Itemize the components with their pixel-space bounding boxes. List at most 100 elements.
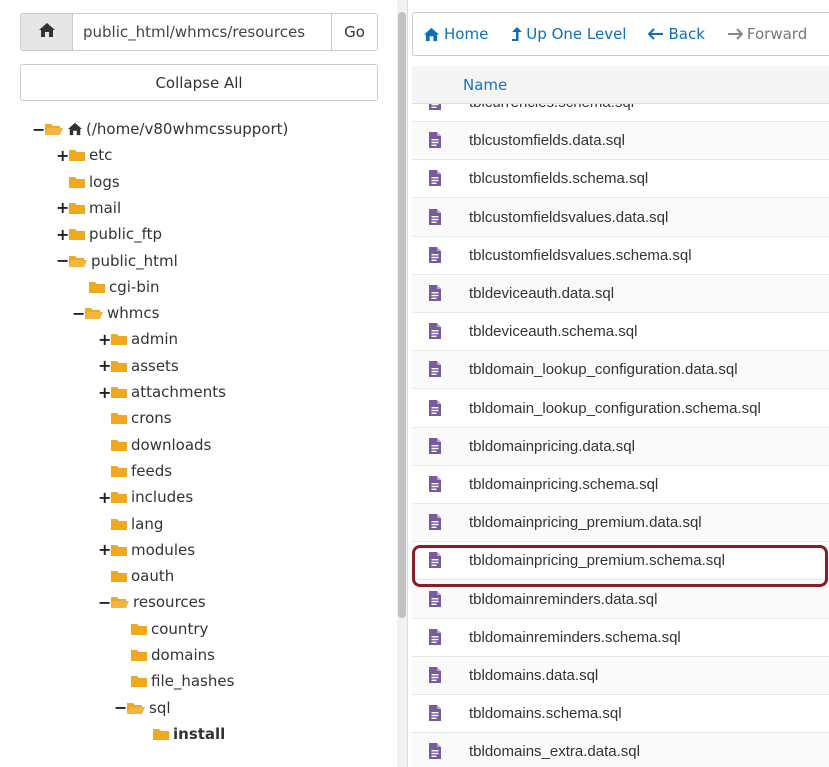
- tree-item-lang[interactable]: lang: [110, 511, 163, 537]
- tree-item-file-hashes[interactable]: file_hashes: [130, 668, 234, 694]
- tree-item-downloads[interactable]: downloads: [110, 432, 211, 458]
- tree-item-etc[interactable]: + etc: [56, 142, 112, 168]
- tree-item-sql[interactable]: − sql: [114, 695, 171, 721]
- tree-item-admin[interactable]: + admin: [98, 326, 178, 352]
- file-name: tbldomainpricing.schema.sql: [469, 476, 659, 493]
- home-link-label: Home: [444, 25, 489, 43]
- expand-toggle[interactable]: +: [56, 225, 69, 244]
- tree-item-home-v80whmcssupport[interactable]: − (/home/v80whmcssupport): [32, 116, 288, 142]
- sql-file-icon: [428, 360, 442, 382]
- up-one-level-link[interactable]: Up One Level: [510, 25, 626, 43]
- table-row[interactable]: tbldomains_extra.data.sql: [412, 733, 829, 767]
- tree-item-label: modules: [131, 540, 196, 559]
- table-row[interactable]: tblcustomfieldsvalues.schema.sql: [412, 236, 829, 275]
- tree-item-install[interactable]: install: [152, 721, 225, 747]
- table-row[interactable]: tbldomain_lookup_configuration.schema.sq…: [412, 389, 829, 428]
- tree-item-mail[interactable]: + mail: [56, 195, 121, 221]
- tree-item-resources[interactable]: − resources: [98, 589, 206, 615]
- collapse-toggle[interactable]: −: [32, 120, 45, 139]
- tree-item-crons[interactable]: crons: [110, 405, 172, 431]
- table-row[interactable]: tbldomainpricing.schema.sql: [412, 466, 829, 504]
- table-row[interactable]: tbldomainreminders.schema.sql: [412, 618, 829, 657]
- table-row[interactable]: tblcustomfields.schema.sql: [412, 160, 829, 199]
- sql-file-icon: [428, 475, 442, 497]
- file-name: tbldomainpricing_premium.data.sql: [469, 514, 702, 532]
- expand-toggle[interactable]: +: [98, 383, 111, 402]
- folder-icon: [110, 411, 128, 425]
- table-row[interactable]: tbldomain_lookup_configuration.data.sql: [412, 351, 829, 390]
- back-label: Back: [668, 25, 705, 43]
- back-link[interactable]: Back: [648, 25, 705, 43]
- sql-file-icon: [428, 246, 442, 268]
- table-row[interactable]: tblcustomfieldsvalues.data.sql: [412, 198, 829, 237]
- home-link[interactable]: Home: [423, 25, 488, 43]
- tree-item-label: file_hashes: [151, 672, 235, 691]
- collapse-toggle[interactable]: −: [56, 251, 69, 270]
- tree-scrollbar[interactable]: [397, 0, 407, 767]
- tree-item-cgi-bin[interactable]: cgi-bin: [88, 274, 160, 300]
- sql-file-icon: [428, 437, 442, 459]
- tree-item-label: assets: [131, 356, 179, 375]
- folder-icon: [68, 148, 86, 162]
- navigation-toolbar: Home Up One Level Back Forward: [412, 12, 829, 56]
- collapse-toggle[interactable]: −: [72, 304, 85, 323]
- table-row[interactable]: tbldomainreminders.data.sql: [412, 580, 829, 619]
- arrow-left-icon: [648, 28, 664, 40]
- tree-item-whmcs[interactable]: − whmcs: [72, 300, 159, 326]
- forward-link[interactable]: Forward: [727, 25, 807, 43]
- collapse-all-button[interactable]: Collapse All: [20, 64, 378, 101]
- home-directory-button[interactable]: [21, 14, 73, 50]
- file-name: tbldomains.schema.sql: [469, 705, 622, 723]
- tree-item-feeds[interactable]: feeds: [110, 458, 172, 484]
- tree-item-public-ftp[interactable]: + public_ftp: [56, 221, 162, 247]
- table-row[interactable]: tbldomainpricing_premium.data.sql: [412, 504, 829, 543]
- path-bar: Go: [20, 13, 378, 51]
- tree-item-public-html[interactable]: − public_html: [56, 248, 178, 274]
- table-row[interactable]: tbldeviceauth.schema.sql: [412, 313, 829, 352]
- tree-item-includes[interactable]: + includes: [98, 484, 193, 510]
- tree-item-label: feeds: [131, 461, 173, 480]
- expand-toggle[interactable]: +: [98, 488, 111, 507]
- path-input[interactable]: [73, 14, 331, 50]
- collapse-toggle[interactable]: −: [114, 698, 127, 717]
- folder-icon: [110, 332, 128, 346]
- file-name: tbldomainpricing.data.sql: [469, 437, 635, 455]
- expand-toggle[interactable]: +: [98, 540, 111, 559]
- expand-toggle[interactable]: +: [98, 356, 111, 375]
- table-row[interactable]: tbldomainpricing.data.sql: [412, 427, 829, 466]
- tree-item-oauth[interactable]: oauth: [110, 563, 174, 589]
- go-button[interactable]: Go: [331, 14, 377, 50]
- file-name: tbldomain_lookup_configuration.data.sql: [469, 361, 738, 379]
- table-row[interactable]: tblcustomfields.data.sql: [412, 122, 829, 161]
- expand-toggle[interactable]: +: [56, 146, 69, 165]
- folder-tree-pane: Go Collapse All − (/home/v80whmcssupport)…: [0, 0, 396, 767]
- tree-item-label: etc: [89, 146, 113, 165]
- collapse-toggle[interactable]: −: [98, 593, 111, 612]
- file-name: tbldeviceauth.data.sql: [469, 285, 615, 302]
- folder-icon: [110, 464, 128, 478]
- tree-scrollbar-thumb[interactable]: [398, 12, 406, 618]
- table-row[interactable]: tbldomainpricing_premium.schema.sql: [412, 542, 829, 581]
- table-row[interactable]: tbldeviceauth.data.sql: [412, 275, 829, 313]
- folder-open-icon: [126, 701, 146, 715]
- tree-item-assets[interactable]: + assets: [98, 353, 179, 379]
- table-row[interactable]: tbldomains.data.sql: [412, 657, 829, 695]
- tree-item-attachments[interactable]: + attachments: [98, 379, 226, 405]
- file-name: tbldomainreminders.schema.sql: [469, 628, 681, 646]
- expand-toggle[interactable]: +: [56, 198, 69, 217]
- file-name: tbldomain_lookup_configuration.schema.sq…: [469, 399, 761, 417]
- up-one-level-label: Up One Level: [526, 25, 627, 43]
- file-table: tblcurrencies.schema.sqltblcustomfields.…: [412, 66, 829, 767]
- tree-item-country[interactable]: country: [130, 616, 208, 642]
- tree-item-logs[interactable]: logs: [68, 169, 120, 195]
- name-column-header[interactable]: Name: [463, 76, 507, 94]
- tree-item-modules[interactable]: + modules: [98, 537, 195, 563]
- tree-item-label: whmcs: [107, 304, 160, 323]
- expand-toggle[interactable]: +: [98, 330, 111, 349]
- sql-file-icon: [428, 513, 442, 535]
- table-row[interactable]: tbldomains.schema.sql: [412, 695, 829, 734]
- file-name: tbldeviceauth.schema.sql: [469, 323, 638, 341]
- tree-item-label: sql: [149, 698, 171, 717]
- tree-item-domains[interactable]: domains: [130, 642, 215, 668]
- sql-file-icon: [428, 590, 442, 612]
